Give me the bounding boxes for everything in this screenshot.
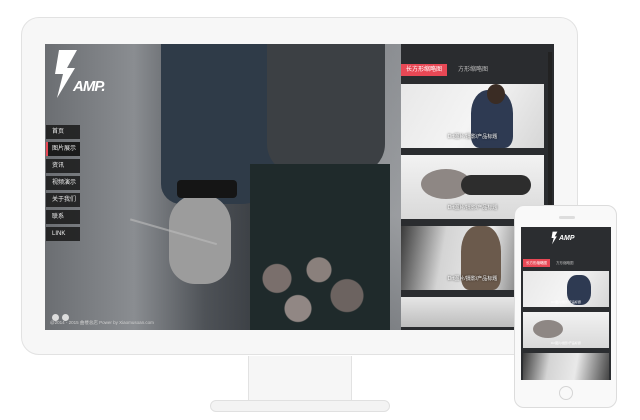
- lightning-bolt-icon: [551, 231, 558, 245]
- thumb-caption: Drt图片/摄影/产品标题: [447, 134, 498, 140]
- mobile-tab-rectangle[interactable]: 长方形缩略图: [523, 259, 550, 267]
- monitor-stand-neck: [248, 356, 352, 402]
- hero-watch: [177, 180, 237, 198]
- logo-text: AMP.: [73, 78, 106, 95]
- site-logo[interactable]: AMP.: [53, 50, 113, 98]
- hero-flowers: [235, 244, 375, 330]
- hero-vest: [267, 44, 385, 174]
- mobile-thumb-caption: Drt图片/摄影/产品标题: [551, 341, 581, 345]
- nav-item-video[interactable]: 视频演示: [46, 176, 80, 190]
- mobile-thumb[interactable]: Drt图片/摄影/产品标题: [523, 271, 609, 307]
- nav-item-about[interactable]: 关于我们: [46, 193, 80, 207]
- gallery-thumb[interactable]: Drt图片/摄影/产品标题: [401, 84, 544, 148]
- mobile-phone-frame: AMP 长方形缩略图 方形缩略图 Drt图片/摄影/产品标题 Drt图片/摄影/…: [514, 205, 617, 408]
- nav-item-news[interactable]: 资讯: [46, 159, 80, 173]
- desktop-screen: AMP. 首页 图片展示 资讯 视频演示 关于我们 联系 LINK @2014 …: [45, 44, 554, 330]
- nav-item-gallery[interactable]: 图片展示: [46, 142, 80, 156]
- mobile-logo-text: AMP: [559, 235, 575, 242]
- thumb-head: [487, 84, 505, 104]
- thumb-arm: [461, 175, 531, 195]
- mobile-thumb-flowers: [533, 320, 563, 338]
- nav-item-home[interactable]: 首页: [46, 125, 80, 139]
- tab-square-thumbnails[interactable]: 方形缩略图: [453, 64, 493, 76]
- mobile-thumb-caption: Drt图片/摄影/产品标题: [551, 300, 581, 304]
- monitor-stand-base: [210, 400, 390, 412]
- nav-item-link[interactable]: LINK: [46, 227, 80, 241]
- tab-rectangle-thumbnails[interactable]: 长方形缩略图: [401, 64, 448, 76]
- phone-speaker: [559, 216, 575, 219]
- phone-home-button[interactable]: [559, 386, 573, 400]
- mobile-tab-square[interactable]: 方形缩略图: [553, 259, 577, 267]
- mobile-screen: AMP 长方形缩略图 方形缩略图 Drt图片/摄影/产品标题 Drt图片/摄影/…: [521, 227, 611, 380]
- nav-item-contact[interactable]: 联系: [46, 210, 80, 224]
- mobile-thumb[interactable]: [523, 353, 609, 380]
- footer-copyright: @2014 - 2015 曲楼总店 Power by Xiaomusoan.co…: [50, 320, 154, 325]
- side-nav: 首页 图片展示 资讯 视频演示 关于我们 联系 LINK: [46, 125, 80, 244]
- mobile-thumb[interactable]: Drt图片/摄影/产品标题: [523, 312, 609, 348]
